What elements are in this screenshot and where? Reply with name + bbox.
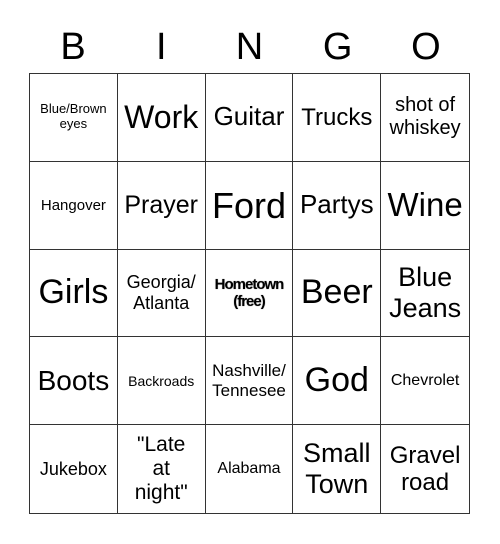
free-space-cell[interactable]: Hometown (free) <box>205 249 294 338</box>
bingo-cell[interactable]: Alabama <box>206 425 294 513</box>
bingo-cell[interactable]: Chevrolet <box>381 337 469 426</box>
bingo-cell[interactable]: Jukebox <box>30 425 118 513</box>
bingo-cell[interactable]: God <box>293 337 382 426</box>
bingo-cell[interactable]: Trucks <box>293 74 382 162</box>
header-letter-n: N <box>235 26 264 68</box>
bingo-cell[interactable]: Hangover <box>30 161 118 250</box>
header-letter-b: B <box>60 26 86 68</box>
bingo-cell[interactable]: Guitar <box>205 74 294 162</box>
header-letter-o: O <box>411 26 441 68</box>
bingo-cell[interactable]: Boots <box>30 337 118 426</box>
bingo-grid: Blue/Brown eyes Work Guitar Trucks shot … <box>29 73 470 514</box>
bingo-cell[interactable]: Wine <box>381 162 469 250</box>
bingo-cell[interactable]: Partys <box>293 161 382 250</box>
bingo-cell[interactable]: Blue Jeans <box>381 250 469 338</box>
bingo-cell[interactable]: Beer <box>293 249 382 338</box>
bingo-cell[interactable]: Prayer <box>117 161 206 250</box>
bingo-cell[interactable]: Girls <box>30 249 118 338</box>
bingo-header: B I N G O <box>29 22 470 72</box>
bingo-cell[interactable]: "Late at night" <box>118 425 206 513</box>
bingo-cell[interactable]: Gravel road <box>381 425 469 513</box>
bingo-cell[interactable]: Backroads <box>117 337 206 426</box>
header-letter-i: I <box>156 26 167 68</box>
bingo-cell[interactable]: Work <box>117 74 206 162</box>
bingo-cell[interactable]: Georgia/ Atlanta <box>117 249 206 338</box>
bingo-cell[interactable]: Blue/Brown eyes <box>30 74 118 162</box>
bingo-cell[interactable]: Nashville/ Tennesee <box>205 337 294 426</box>
header-letter-g: G <box>322 26 353 68</box>
bingo-cell[interactable]: Small Town <box>293 425 382 513</box>
bingo-cell[interactable]: shot of whiskey <box>381 74 469 162</box>
bingo-cell[interactable]: Ford <box>205 161 294 250</box>
